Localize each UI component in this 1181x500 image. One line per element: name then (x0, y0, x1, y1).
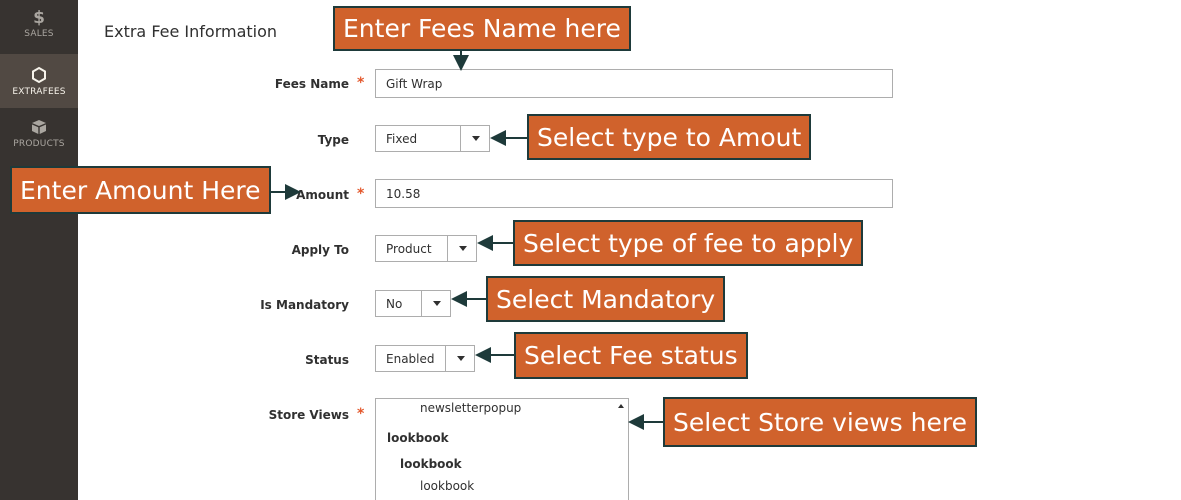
callout-amount: Enter Amount Here (10, 166, 271, 214)
callout-status: Select Fee status (514, 332, 748, 379)
callout-fees-name: Enter Fees Name here (333, 6, 631, 51)
callout-mandatory: Select Mandatory (486, 276, 726, 322)
callout-store-views: Select Store views here (663, 397, 977, 447)
callout-apply-to: Select type of fee to apply (513, 220, 864, 266)
callout-type: Select type to Amout (527, 114, 812, 160)
